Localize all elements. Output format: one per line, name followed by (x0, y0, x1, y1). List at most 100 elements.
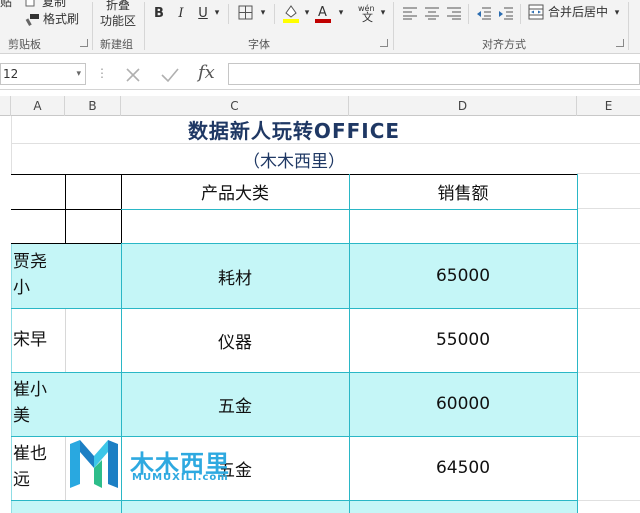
border-line (121, 243, 577, 244)
merge-dropdown-icon[interactable]: ▾ (612, 3, 622, 23)
column-headers: A B C D E (0, 96, 640, 116)
border-line (11, 244, 12, 513)
align-right-icon[interactable] (446, 5, 462, 20)
border-line (65, 174, 66, 244)
merge-center-icon[interactable] (528, 4, 544, 20)
row4-sales[interactable]: 64500 (349, 436, 577, 500)
paste-button[interactable]: 贴 (0, 0, 12, 9)
align-center-icon[interactable] (424, 5, 440, 20)
font-group-label: 字体 (248, 38, 270, 51)
fill-color-dropdown-icon[interactable]: ▾ (302, 3, 312, 23)
column-header-c[interactable]: C (121, 96, 349, 116)
italic-button[interactable]: I (174, 3, 188, 23)
fold-ribbon-label-2[interactable]: 功能区 (100, 14, 136, 28)
header-sales[interactable]: 销售额 (349, 174, 577, 209)
column-header-e[interactable]: E (577, 96, 640, 116)
name-box[interactable]: 12 ▾ (0, 63, 86, 85)
enter-icon[interactable] (160, 66, 180, 84)
font-color-icon[interactable]: A (314, 3, 332, 23)
copy-button[interactable]: 复制 (42, 0, 66, 9)
separator (393, 2, 394, 50)
worksheet: 数据新人玩转OFFICE （木木西里） 产品大类 销售额 贾尧 小 耗材 650… (0, 116, 640, 513)
format-painter-icon[interactable] (24, 12, 40, 26)
merge-center-button[interactable]: 合并后居中 (548, 5, 608, 19)
copy-icon[interactable] (24, 0, 38, 7)
header-product[interactable]: 产品大类 (121, 174, 349, 209)
row3-name-line1[interactable]: 崔小 (13, 377, 47, 403)
formula-bar-grip-icon[interactable]: ⋮ (96, 66, 108, 80)
column-header-a[interactable]: A (11, 96, 65, 116)
grid-line (577, 500, 640, 501)
grid-line (577, 243, 640, 244)
cell-b3[interactable] (66, 174, 121, 209)
row2-sales[interactable]: 55000 (349, 308, 577, 372)
increase-indent-icon[interactable] (498, 5, 514, 20)
font-color-dropdown-icon[interactable]: ▾ (336, 3, 346, 23)
borders-icon[interactable] (238, 5, 254, 21)
border-line (11, 243, 121, 244)
cancel-icon[interactable] (124, 66, 142, 84)
cell-a3[interactable] (11, 174, 66, 209)
ribbon: 贴 复制 格式刷 剪贴板 折叠 功能区 新建组 B I U ▾ ▾ ▾ A ▾ … (0, 0, 640, 54)
row1-sales[interactable]: 65000 (349, 244, 577, 308)
separator (274, 4, 275, 24)
row1-name-line2[interactable]: 小 (13, 275, 30, 301)
format-painter-button[interactable]: 格式刷 (43, 12, 79, 26)
cell-c4[interactable] (121, 209, 349, 244)
border-line (577, 174, 578, 513)
column-header-b[interactable]: B (65, 96, 121, 116)
cell-d4[interactable] (349, 209, 577, 244)
bold-button[interactable]: B (152, 3, 166, 23)
fold-ribbon-label-1[interactable]: 折叠 (106, 0, 130, 12)
row3-product[interactable]: 五金 (121, 372, 349, 436)
fill-color-icon[interactable] (282, 3, 300, 23)
sheet-subtitle[interactable]: （木木西里） (11, 144, 577, 174)
row3-name-line2[interactable]: 美 (13, 403, 30, 429)
grid-line (577, 372, 640, 373)
cell-a4[interactable] (11, 209, 66, 244)
grid-line (577, 173, 640, 174)
column-header-d[interactable]: D (349, 96, 577, 116)
insert-function-icon[interactable]: fx (198, 62, 215, 83)
border-line (11, 436, 577, 437)
align-left-icon[interactable] (402, 5, 418, 20)
separator (228, 4, 229, 24)
formula-bar: 12 ▾ ⋮ fx (0, 58, 640, 90)
formula-input[interactable] (228, 63, 640, 85)
separator (144, 2, 145, 50)
clipboard-launcher-icon[interactable] (80, 39, 88, 47)
grid-line (577, 143, 640, 144)
border-line (11, 174, 577, 175)
row1-product[interactable]: 耗材 (121, 244, 349, 308)
select-all-corner[interactable] (0, 96, 11, 116)
row1-name-line1[interactable]: 贾尧 (13, 249, 47, 275)
phonetic-dropdown-icon[interactable]: ▾ (378, 3, 388, 23)
cell-b4[interactable] (66, 209, 121, 244)
alignment-group-label: 对齐方式 (482, 38, 526, 51)
alignment-launcher-icon[interactable] (616, 39, 624, 47)
phonetic-guide-icon[interactable]: 文 (362, 11, 373, 25)
underline-button[interactable]: U (196, 3, 210, 23)
row2-product[interactable]: 仪器 (121, 308, 349, 372)
underline-dropdown-icon[interactable]: ▾ (212, 3, 222, 23)
font-launcher-icon[interactable] (380, 39, 388, 47)
grid-line (577, 208, 640, 209)
border-line (349, 174, 350, 513)
decrease-indent-icon[interactable] (476, 5, 492, 20)
border-line (11, 209, 121, 210)
border-line (65, 308, 66, 372)
grid-line (577, 436, 640, 437)
grid-line (577, 308, 640, 309)
row4-name-line1[interactable]: 崔也 (13, 441, 47, 467)
spreadsheet-window: 贴 复制 格式刷 剪贴板 折叠 功能区 新建组 B I U ▾ ▾ ▾ A ▾ … (0, 0, 640, 513)
separator (468, 4, 469, 24)
border-line (65, 436, 66, 500)
new-group-label: 新建组 (100, 38, 133, 51)
row4-name-line2[interactable]: 远 (13, 467, 30, 493)
row3-sales[interactable]: 60000 (349, 372, 577, 436)
sheet-title[interactable]: 数据新人玩转OFFICE (11, 116, 577, 143)
row2-name-line1[interactable]: 宋早 (13, 327, 47, 353)
border-line (121, 209, 577, 210)
borders-dropdown-icon[interactable]: ▾ (258, 3, 268, 23)
name-box-dropdown-icon[interactable]: ▾ (76, 64, 81, 84)
